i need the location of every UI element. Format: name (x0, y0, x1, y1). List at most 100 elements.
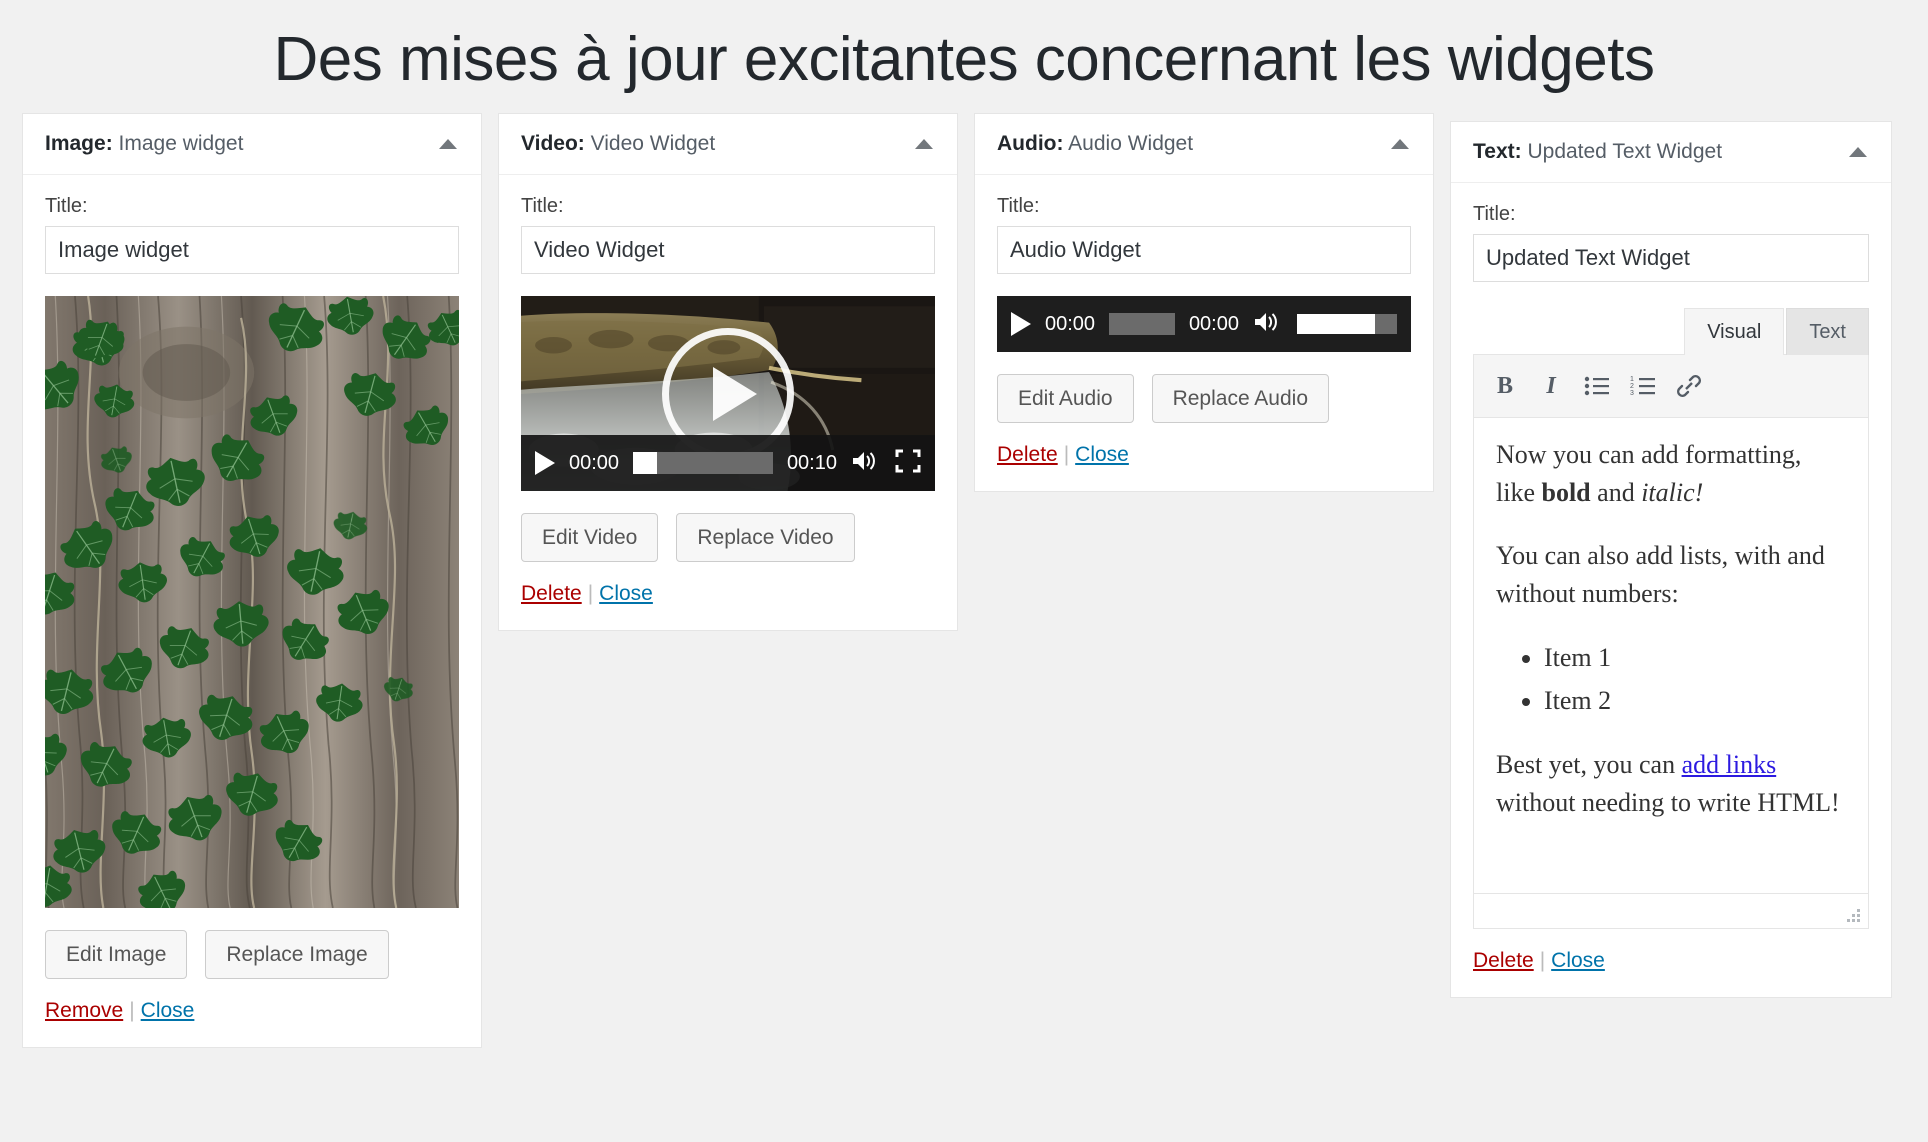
page-title: Des mises à jour excitantes concernant l… (273, 25, 1656, 94)
editor-resize-bar (1473, 894, 1869, 929)
fullscreen-icon[interactable] (895, 449, 921, 478)
video-progress-knob[interactable] (633, 452, 658, 474)
video-action-buttons: Edit Video Replace Video (521, 513, 935, 563)
text-title-label: Title: (1473, 203, 1516, 225)
audio-volume-slider[interactable] (1297, 314, 1397, 334)
editor-toolbar: B I 1 2 3 (1473, 354, 1869, 418)
replace-audio-button[interactable]: Replace Audio (1151, 374, 1330, 424)
editor-bullet-list: Item 1 Item 2 (1496, 639, 1846, 720)
audio-progress-bar[interactable] (1109, 313, 1175, 335)
video-title-input[interactable] (521, 226, 935, 274)
editor-p3-before-link: Best yet, you can (1496, 750, 1682, 780)
delete-audio-link[interactable]: Delete (997, 443, 1058, 466)
text-editor: Visual Text B I 1 2 3 Now you can add fo… (1473, 308, 1869, 929)
close-video-link[interactable]: Close (599, 582, 653, 605)
resize-grip-icon[interactable] (1846, 908, 1860, 922)
widget-audio: Audio: Audio Widget Title: 00:00 00:00 (974, 113, 1434, 493)
video-title-label: Title: (521, 195, 564, 217)
editor-p3-after-link: without needing to write HTML! (1496, 787, 1840, 817)
remove-image-link[interactable]: Remove (45, 999, 123, 1022)
replace-video-button[interactable]: Replace Video (676, 513, 855, 563)
editor-paragraph-1: Now you can add formatting, like bold an… (1496, 436, 1846, 511)
delete-video-link[interactable]: Delete (521, 582, 582, 605)
replace-image-button[interactable]: Replace Image (205, 930, 389, 980)
audio-title-label: Title: (997, 195, 1040, 217)
close-text-link[interactable]: Close (1551, 949, 1605, 972)
text-title-input[interactable] (1473, 234, 1869, 282)
delete-text-link[interactable]: Delete (1473, 949, 1534, 972)
widget-text-header-title: Text: Updated Text Widget (1473, 140, 1722, 164)
text-links-row: Delete | Close (1473, 949, 1869, 973)
triangle-up-icon[interactable] (1391, 139, 1409, 149)
svg-text:3: 3 (1630, 390, 1634, 397)
numbered-list-icon[interactable]: 1 2 3 (1622, 365, 1664, 407)
widget-audio-type-label: Audio: (997, 132, 1064, 155)
widgets-row: Image: Image widget Title: Image widget … (0, 113, 1928, 1049)
image-links-row: Remove | Close (45, 999, 459, 1023)
widget-audio-header-title: Audio: Audio Widget (997, 132, 1193, 156)
editor-tabs: Visual Text (1473, 308, 1869, 355)
audio-title-input[interactable] (997, 226, 1411, 274)
triangle-up-icon[interactable] (1849, 147, 1867, 157)
editor-p1-italic: italic! (1641, 477, 1704, 507)
triangle-up-icon[interactable] (915, 139, 933, 149)
audio-current-time: 00:00 (1045, 312, 1096, 335)
tab-text[interactable]: Text (1786, 308, 1869, 355)
widget-text-header[interactable]: Text: Updated Text Widget (1451, 122, 1891, 183)
editor-content-area[interactable]: Now you can add formatting, like bold an… (1473, 418, 1869, 894)
edit-audio-button[interactable]: Edit Audio (997, 374, 1134, 424)
widget-video-header-title: Video: Video Widget (521, 132, 715, 156)
speaker-icon[interactable] (1253, 310, 1283, 339)
link-separator: | (1063, 443, 1070, 467)
edit-video-button[interactable]: Edit Video (521, 513, 659, 563)
widget-audio-name: Audio Widget (1068, 132, 1194, 155)
link-separator: | (587, 582, 594, 606)
audio-volume-fill (1297, 314, 1375, 334)
speaker-icon[interactable] (851, 449, 881, 478)
video-controls-bar: 00:00 00:10 (521, 435, 935, 491)
widget-image-type-label: Image: (45, 132, 113, 155)
widget-text: Text: Updated Text Widget Title: Visual … (1450, 121, 1892, 998)
svg-text:1: 1 (1630, 376, 1634, 383)
widget-image-header[interactable]: Image: Image widget (23, 114, 481, 175)
list-item: Item 1 (1544, 639, 1846, 677)
bullet-list-icon[interactable] (1576, 365, 1618, 407)
image-action-buttons: Edit Image Replace Image (45, 930, 459, 980)
widget-image-name: Image widget (118, 132, 244, 155)
widget-image: Image: Image widget Title: Image widget … (22, 113, 482, 1049)
audio-action-buttons: Edit Audio Replace Audio (997, 374, 1411, 424)
widget-video-name: Video Widget (590, 132, 716, 155)
editor-paragraph-3: Best yet, you can add links without need… (1496, 746, 1846, 821)
image-preview[interactable] (45, 296, 459, 908)
link-icon[interactable] (1668, 365, 1710, 407)
video-play-icon[interactable] (535, 451, 555, 475)
close-image-link[interactable]: Close (141, 999, 195, 1022)
video-progress-bar[interactable] (633, 452, 773, 474)
audio-duration: 00:00 (1188, 312, 1239, 335)
widget-text-body: Title: Visual Text B I (1451, 183, 1891, 997)
video-current-time: 00:00 (569, 451, 620, 474)
italic-icon[interactable]: I (1530, 365, 1572, 407)
image-title-input[interactable] (45, 226, 459, 274)
widget-video: Video: Video Widget Title: Video Widget … (498, 113, 958, 632)
audio-links-row: Delete | Close (997, 443, 1411, 467)
widget-audio-header[interactable]: Audio: Audio Widget (975, 114, 1433, 175)
editor-p1-middle: and (1590, 477, 1642, 507)
audio-play-icon[interactable] (1011, 312, 1031, 336)
widget-audio-body: Title: 00:00 00:00 Edit Audio Replace Au… (975, 175, 1433, 491)
bold-icon[interactable]: B (1484, 365, 1526, 407)
tab-visual[interactable]: Visual (1684, 308, 1785, 355)
video-preview[interactable]: 00:00 00:10 (521, 296, 935, 491)
triangle-up-icon[interactable] (439, 139, 457, 149)
widget-video-body: Title: Video Widget 00:00 00:10 Edit Vid… (499, 175, 957, 630)
widget-text-name: Updated Text Widget (1527, 140, 1723, 163)
widget-video-header[interactable]: Video: Video Widget (499, 114, 957, 175)
close-audio-link[interactable]: Close (1075, 443, 1129, 466)
add-links-link[interactable]: add links (1682, 750, 1777, 779)
editor-paragraph-2: You can also add lists, with and without… (1496, 541, 1825, 609)
link-separator: | (129, 999, 135, 1023)
edit-image-button[interactable]: Edit Image (45, 930, 188, 980)
widget-image-body: Title: Image widget Edit Image Replace I… (23, 175, 481, 1047)
image-title-label: Title: (45, 195, 88, 217)
audio-controls-bar: 00:00 00:00 (997, 296, 1411, 352)
